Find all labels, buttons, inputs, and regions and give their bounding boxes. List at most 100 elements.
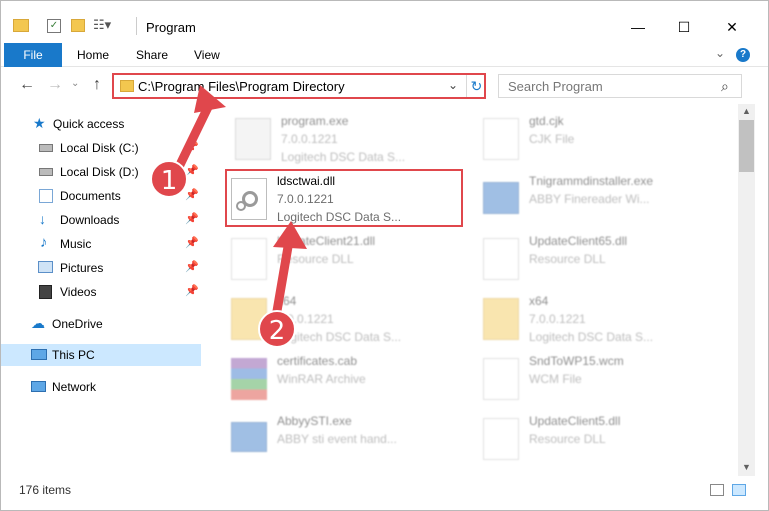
close-button[interactable]: ✕ bbox=[709, 13, 755, 41]
network-icon bbox=[31, 381, 46, 392]
list-item[interactable]: AbbyySTI.exe ABBY sti event hand... bbox=[213, 410, 453, 466]
folder-icon bbox=[120, 80, 134, 92]
recent-locations-icon[interactable]: ⌄ bbox=[71, 78, 79, 89]
pin-icon[interactable]: 📌 bbox=[185, 188, 199, 201]
pc-icon bbox=[31, 349, 47, 360]
list-item[interactable]: UpdateClient21.dll Resource DLL bbox=[213, 230, 453, 286]
back-icon[interactable]: ← bbox=[19, 76, 35, 94]
dll-icon bbox=[231, 238, 267, 280]
installer-icon bbox=[483, 182, 519, 214]
list-item[interactable]: Tnigrammdinstaller.exe ABBY Finereader W… bbox=[465, 170, 705, 226]
forward-icon[interactable]: → bbox=[47, 76, 63, 94]
doc-icon bbox=[483, 358, 519, 400]
status-bar: 176 items bbox=[1, 478, 768, 500]
highlight-box bbox=[225, 169, 463, 227]
search-placeholder: Search Program bbox=[508, 79, 603, 94]
pictures-icon bbox=[38, 261, 53, 273]
pin-icon[interactable]: 📌 bbox=[185, 236, 199, 249]
documents-icon bbox=[39, 189, 53, 203]
list-item[interactable]: program.exe 7.0.0.1221 Logitech DSC Data… bbox=[217, 110, 457, 166]
pin-icon[interactable]: 📌 bbox=[185, 284, 199, 297]
exe-icon bbox=[231, 422, 267, 452]
window-title: Program bbox=[146, 20, 196, 35]
list-item[interactable]: SndToWP15.wcm WCM File bbox=[465, 350, 705, 406]
sidebar-item-label: Local Disk (C:) bbox=[60, 141, 139, 155]
file-version: 7.0.0.1221 bbox=[281, 132, 338, 146]
help-icon[interactable]: ? bbox=[736, 48, 750, 62]
list-item[interactable]: certificates.cab WinRAR Archive bbox=[213, 350, 453, 406]
tab-file[interactable]: File bbox=[4, 43, 62, 67]
file-name: AbbyySTI.exe bbox=[277, 414, 352, 428]
sidebar-item-videos[interactable]: Videos 📌 bbox=[1, 281, 201, 303]
maximize-button[interactable]: ☐ bbox=[661, 13, 707, 41]
doc-icon bbox=[483, 118, 519, 160]
pin-icon[interactable]: 📌 bbox=[185, 260, 199, 273]
scroll-down-icon[interactable]: ▼ bbox=[742, 462, 751, 472]
file-version: 7.0.0.1221 bbox=[529, 312, 586, 326]
sidebar-item-music[interactable]: ♪ Music 📌 bbox=[1, 233, 201, 255]
tab-share[interactable]: Share bbox=[136, 43, 168, 67]
pin-icon[interactable]: 📌 bbox=[185, 212, 199, 225]
ribbon-expand-icon[interactable]: ⌄ bbox=[715, 46, 725, 60]
address-row: ← → ⌄ ↑ C:\Program Files\Program Directo… bbox=[1, 69, 768, 103]
scrollbar-thumb[interactable] bbox=[739, 120, 754, 172]
sidebar-item-label: Documents bbox=[60, 189, 121, 203]
file-name: gtd.cjk bbox=[529, 114, 564, 128]
file-version: Resource DLL bbox=[529, 432, 606, 446]
sidebar-item-label: Network bbox=[52, 380, 97, 394]
file-version: ABBY sti event hand... bbox=[277, 432, 397, 446]
list-item[interactable]: UpdateClient65.dll Resource DLL bbox=[465, 230, 705, 286]
title-bar: ✓ ☷▾ Program — ☐ ✕ bbox=[1, 1, 768, 41]
drive-icon bbox=[39, 144, 53, 152]
search-icon[interactable]: ⌕ bbox=[721, 78, 729, 95]
callout-arrow-2 bbox=[272, 221, 307, 316]
callout-badge-1: 1 bbox=[150, 160, 188, 198]
file-version: ABBY Finereader Wi... bbox=[529, 192, 650, 206]
large-icons-view-icon[interactable] bbox=[732, 484, 746, 496]
customize-quick-access-icon[interactable]: ☷▾ bbox=[93, 17, 123, 33]
details-view-icon[interactable] bbox=[710, 484, 724, 496]
sidebar-item-label: Downloads bbox=[60, 213, 120, 227]
drive-icon bbox=[39, 168, 53, 176]
list-item[interactable]: x64 7.0.0.1221 Logitech DSC Data S... bbox=[465, 290, 705, 346]
new-folder-icon[interactable] bbox=[71, 19, 85, 32]
tab-view[interactable]: View bbox=[194, 43, 220, 67]
item-count: 176 items bbox=[19, 483, 72, 497]
sidebar-item-label: Quick access bbox=[53, 117, 125, 131]
minimize-button[interactable]: — bbox=[615, 13, 661, 41]
list-item[interactable]: UpdateClient5.dll Resource DLL bbox=[465, 410, 705, 466]
sidebar-item-label: This PC bbox=[52, 348, 95, 362]
sidebar-item-downloads[interactable]: ↓ Downloads 📌 bbox=[1, 209, 201, 231]
sidebar-item-this-pc[interactable]: This PC bbox=[1, 344, 201, 366]
address-dropdown-icon[interactable]: ⌄ bbox=[448, 78, 458, 92]
music-icon: ♪ bbox=[40, 234, 48, 251]
file-version: CJK File bbox=[529, 132, 575, 146]
scroll-up-icon[interactable]: ▲ bbox=[742, 106, 751, 116]
vertical-scrollbar[interactable]: ▲ ▼ bbox=[738, 104, 755, 476]
file-version: Resource DLL bbox=[529, 252, 606, 266]
list-item[interactable]: x64 7.0.0.1221 Logitech DSC Data S... bbox=[213, 290, 453, 346]
tab-home[interactable]: Home bbox=[77, 43, 109, 67]
refresh-icon[interactable]: ↻ bbox=[466, 75, 486, 97]
search-input[interactable]: Search Program ⌕ bbox=[498, 74, 742, 98]
dll-icon bbox=[483, 418, 519, 460]
list-item[interactable]: gtd.cjk CJK File bbox=[465, 110, 705, 166]
exe-icon bbox=[235, 118, 271, 160]
file-name: x64 bbox=[529, 294, 549, 308]
file-description: Logitech DSC Data S... bbox=[529, 330, 654, 344]
separator bbox=[136, 17, 137, 35]
sidebar-item-onedrive[interactable]: ☁ OneDrive bbox=[1, 313, 201, 335]
properties-icon[interactable]: ✓ bbox=[47, 19, 61, 33]
up-icon[interactable]: ↑ bbox=[93, 76, 101, 94]
dll-icon bbox=[483, 238, 519, 280]
sidebar-item-label: OneDrive bbox=[52, 317, 103, 331]
file-name: certificates.cab bbox=[277, 354, 358, 368]
ribbon-tabs: File Home Share View ⌄ ? bbox=[1, 43, 768, 67]
file-version: WCM File bbox=[529, 372, 582, 386]
sidebar-item-pictures[interactable]: Pictures 📌 bbox=[1, 257, 201, 279]
sidebar-item-label: Pictures bbox=[60, 261, 104, 275]
sidebar-item-network[interactable]: Network bbox=[1, 376, 201, 398]
folder-icon bbox=[483, 298, 519, 340]
file-name: UpdateClient5.dll bbox=[529, 414, 621, 428]
callout-badge-2: 2 bbox=[258, 310, 296, 348]
